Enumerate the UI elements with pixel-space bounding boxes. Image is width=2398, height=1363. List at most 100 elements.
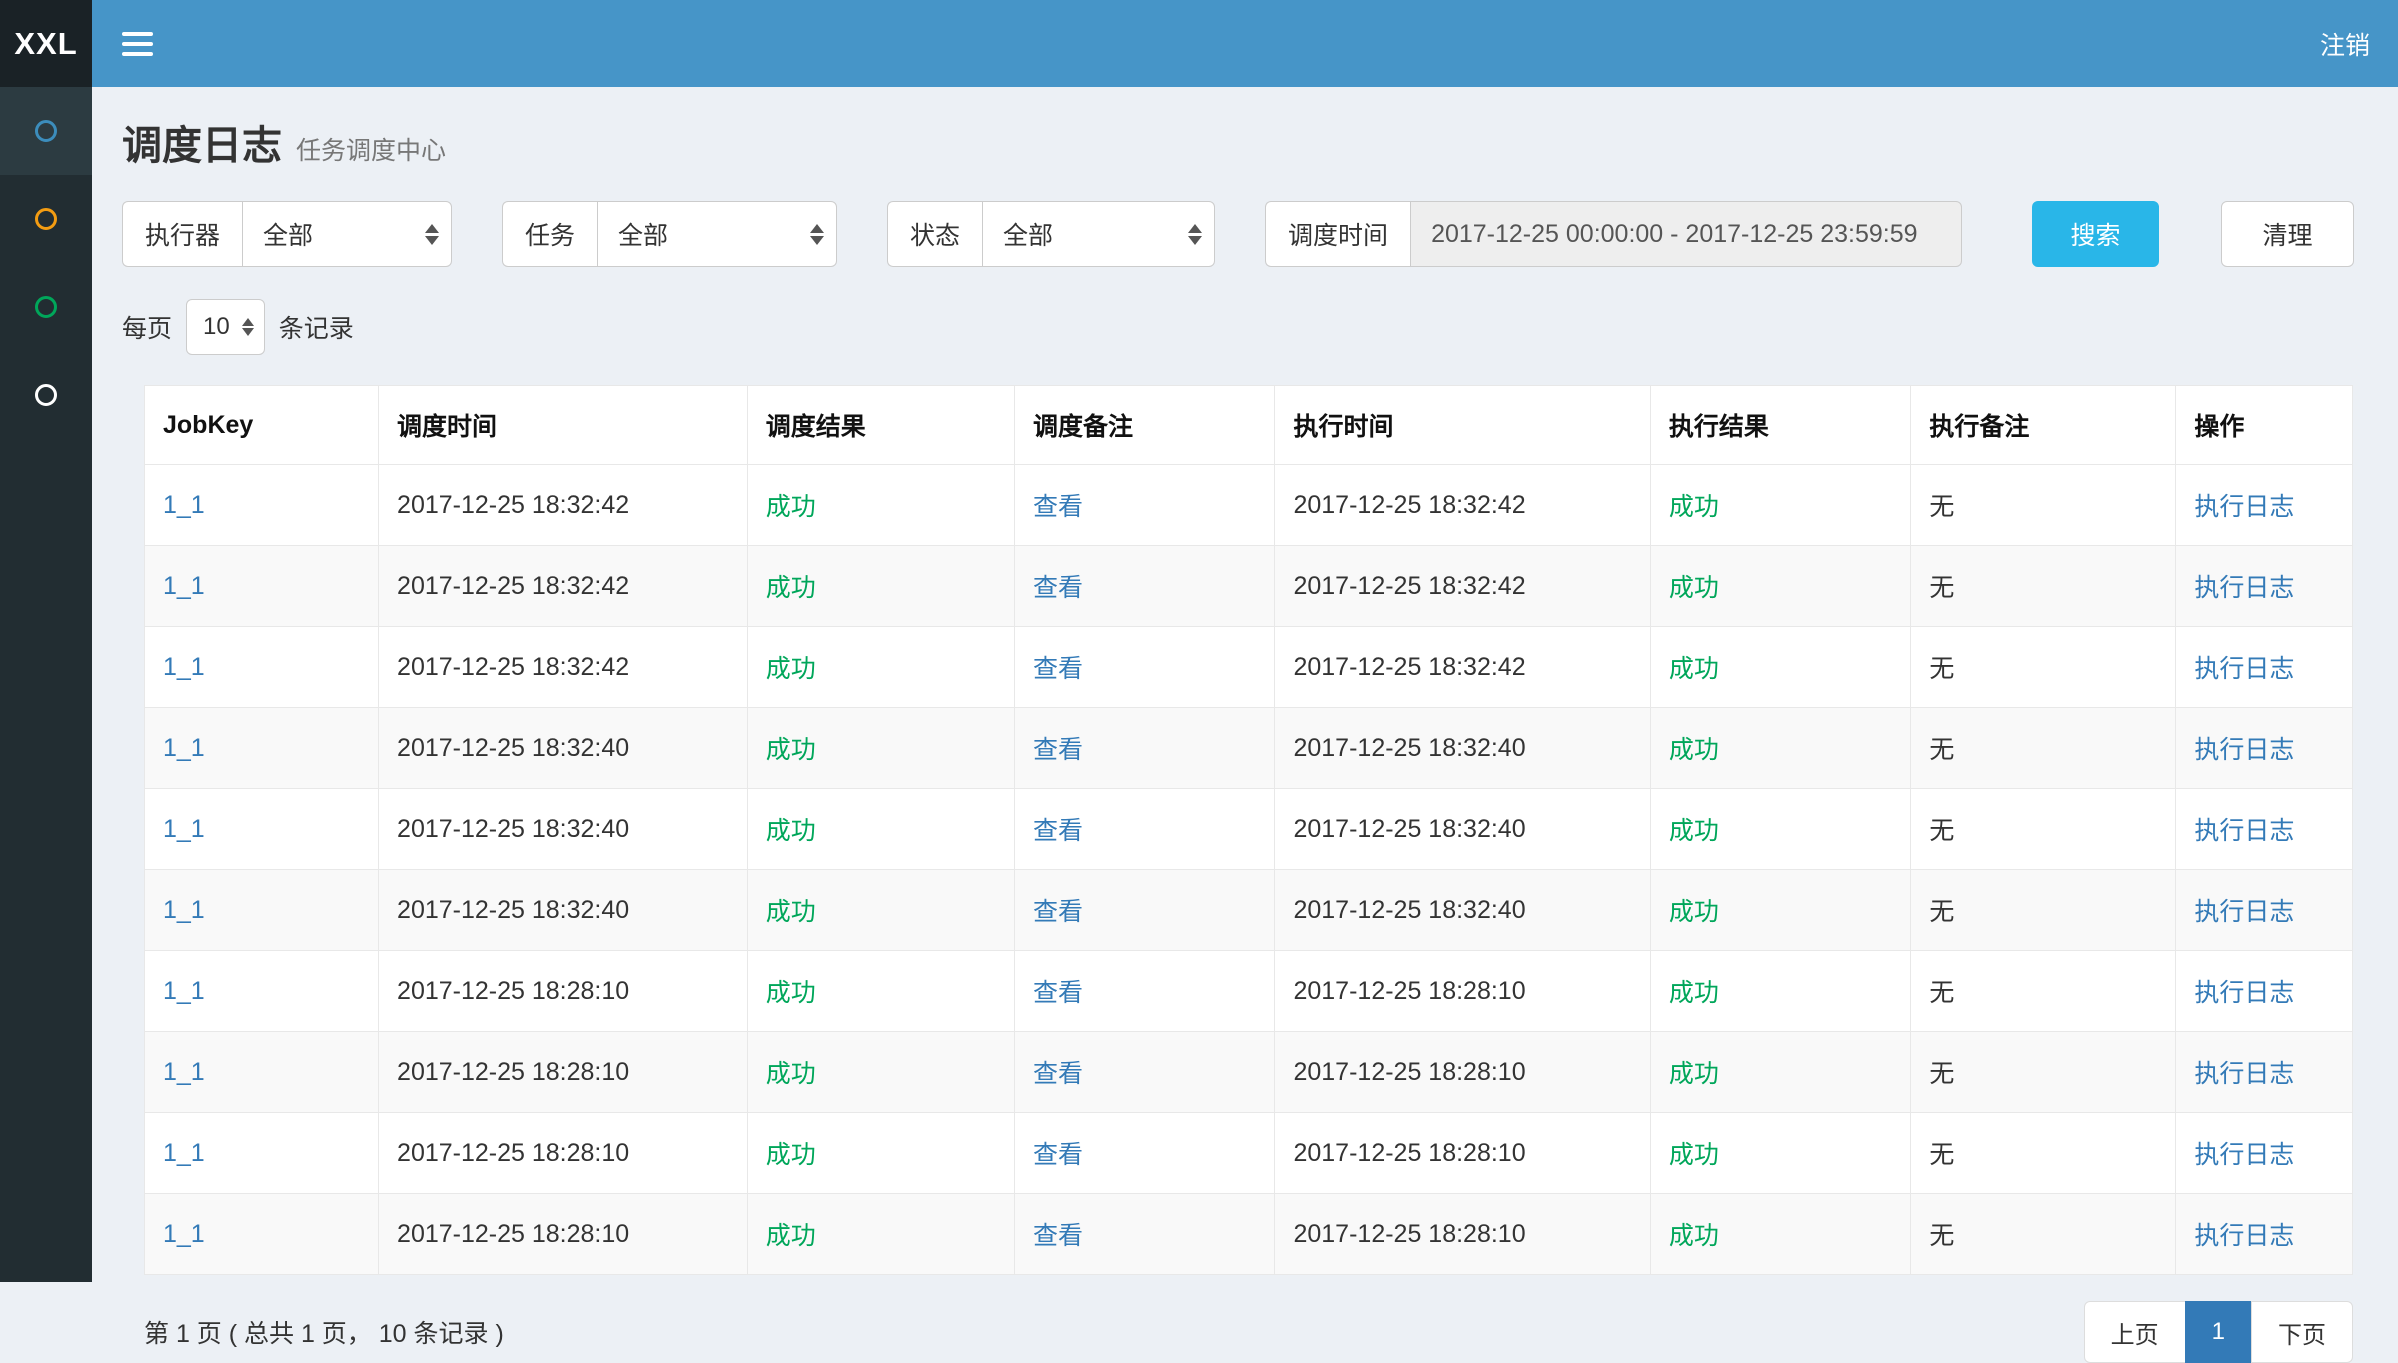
- handle-remark-cell: 无: [1911, 1194, 2176, 1275]
- action-cell: 执行日志: [2176, 870, 2353, 951]
- jobkey-link[interactable]: 1_1: [163, 977, 205, 1005]
- job-filter-label: 任务: [502, 201, 597, 267]
- handle-remark-cell: 无: [1911, 1032, 2176, 1113]
- status-select[interactable]: 全部: [982, 201, 1215, 267]
- jobkey-link[interactable]: 1_1: [163, 1139, 205, 1167]
- log-table: JobKey 调度时间 调度结果 调度备注 执行时间 执行结果 执行备注 操作 …: [144, 385, 2353, 1275]
- column-header-jobkey[interactable]: JobKey: [145, 386, 379, 465]
- top-navbar: XXL 注销: [0, 0, 2398, 87]
- exec-log-link[interactable]: 执行日志: [2194, 898, 2294, 926]
- jobkey-link[interactable]: 1_1: [163, 734, 205, 762]
- search-button[interactable]: 搜索: [2032, 201, 2159, 267]
- prev-page-button[interactable]: 上页: [2084, 1301, 2186, 1363]
- jobkey-link[interactable]: 1_1: [163, 653, 205, 681]
- sidebar-menu-item-3[interactable]: [0, 263, 92, 351]
- select-stepper-icon: [810, 224, 824, 245]
- select-stepper-icon: [1188, 224, 1202, 245]
- pagination-summary: 第 1 页 ( 总共 1 页， 10 条记录 ): [144, 1314, 504, 1350]
- trigger-time-range-input[interactable]: 2017-12-25 00:00:00 - 2017-12-25 23:59:5…: [1410, 201, 1962, 267]
- sidebar-menu-item-1[interactable]: [0, 87, 92, 175]
- exec-log-link[interactable]: 执行日志: [2194, 1141, 2294, 1169]
- log-table-wrapper: JobKey 调度时间 调度结果 调度备注 执行时间 执行结果 执行备注 操作 …: [144, 385, 2353, 1275]
- trigger-remark-cell: 查看: [1014, 1113, 1275, 1194]
- jobkey-link[interactable]: 1_1: [163, 1220, 205, 1248]
- trigger-result-cell: 成功: [747, 627, 1014, 708]
- column-header-handle-result[interactable]: 执行结果: [1650, 386, 1911, 465]
- jobkey-cell: 1_1: [145, 1194, 379, 1275]
- exec-log-link[interactable]: 执行日志: [2194, 1060, 2294, 1088]
- circle-icon: [35, 384, 57, 406]
- executor-select[interactable]: 全部: [242, 201, 452, 267]
- page-size-prefix: 每页: [122, 309, 172, 345]
- page-size-value: 10: [203, 313, 230, 341]
- trigger-time-cell: 2017-12-25 18:32:40: [379, 708, 748, 789]
- next-page-button[interactable]: 下页: [2251, 1301, 2353, 1363]
- select-stepper-icon: [242, 318, 254, 336]
- page-header: 调度日志 任务调度中心: [122, 113, 2374, 171]
- trigger-remark-link[interactable]: 查看: [1033, 1060, 1083, 1088]
- trigger-result-cell: 成功: [747, 951, 1014, 1032]
- jobkey-link[interactable]: 1_1: [163, 1058, 205, 1086]
- jobkey-cell: 1_1: [145, 951, 379, 1032]
- column-header-handle-remark[interactable]: 执行备注: [1911, 386, 2176, 465]
- trigger-time-filter-group: 调度时间 2017-12-25 00:00:00 - 2017-12-25 23…: [1265, 201, 1962, 267]
- exec-log-link[interactable]: 执行日志: [2194, 655, 2294, 683]
- logout-link[interactable]: 注销: [2292, 26, 2398, 62]
- exec-log-link[interactable]: 执行日志: [2194, 817, 2294, 845]
- trigger-remark-link[interactable]: 查看: [1033, 898, 1083, 926]
- trigger-remark-link[interactable]: 查看: [1033, 1141, 1083, 1169]
- trigger-result-cell: 成功: [747, 789, 1014, 870]
- page-size-select[interactable]: 10: [186, 299, 265, 355]
- column-header-action[interactable]: 操作: [2176, 386, 2353, 465]
- jobkey-cell: 1_1: [145, 708, 379, 789]
- clear-button[interactable]: 清理: [2221, 201, 2354, 267]
- handle-remark-cell: 无: [1911, 870, 2176, 951]
- trigger-remark-link[interactable]: 查看: [1033, 1222, 1083, 1250]
- trigger-remark-link[interactable]: 查看: [1033, 736, 1083, 764]
- trigger-remark-cell: 查看: [1014, 789, 1275, 870]
- exec-log-link[interactable]: 执行日志: [2194, 574, 2294, 602]
- action-cell: 执行日志: [2176, 627, 2353, 708]
- status-filter-group: 状态 全部: [887, 201, 1215, 267]
- job-filter-group: 任务 全部: [502, 201, 837, 267]
- column-header-trigger-remark[interactable]: 调度备注: [1014, 386, 1275, 465]
- sidebar-menu-item-4[interactable]: [0, 351, 92, 439]
- column-header-handle-time[interactable]: 执行时间: [1275, 386, 1650, 465]
- exec-log-link[interactable]: 执行日志: [2194, 493, 2294, 521]
- page-1-button[interactable]: 1: [2185, 1301, 2252, 1363]
- sidebar-menu-item-2[interactable]: [0, 175, 92, 263]
- trigger-time-cell: 2017-12-25 18:28:10: [379, 1032, 748, 1113]
- trigger-remark-cell: 查看: [1014, 1194, 1275, 1275]
- table-row: 1_1 2017-12-25 18:32:40 成功 查看 2017-12-25…: [145, 789, 2353, 870]
- trigger-remark-link[interactable]: 查看: [1033, 574, 1083, 602]
- trigger-remark-link[interactable]: 查看: [1033, 979, 1083, 1007]
- table-footer: 第 1 页 ( 总共 1 页， 10 条记录 ) 上页 1 下页: [144, 1301, 2353, 1363]
- trigger-result-cell: 成功: [747, 546, 1014, 627]
- circle-icon: [35, 120, 57, 142]
- trigger-remark-link[interactable]: 查看: [1033, 493, 1083, 521]
- handle-result-cell: 成功: [1650, 1032, 1911, 1113]
- jobkey-cell: 1_1: [145, 789, 379, 870]
- trigger-time-filter-label: 调度时间: [1265, 201, 1410, 267]
- handle-time-cell: 2017-12-25 18:32:40: [1275, 789, 1650, 870]
- job-select[interactable]: 全部: [597, 201, 837, 267]
- trigger-remark-link[interactable]: 查看: [1033, 817, 1083, 845]
- sidebar-toggle-button[interactable]: [92, 0, 183, 87]
- jobkey-link[interactable]: 1_1: [163, 815, 205, 843]
- jobkey-link[interactable]: 1_1: [163, 491, 205, 519]
- trigger-time-cell: 2017-12-25 18:28:10: [379, 1113, 748, 1194]
- trigger-remark-link[interactable]: 查看: [1033, 655, 1083, 683]
- exec-log-link[interactable]: 执行日志: [2194, 979, 2294, 1007]
- jobkey-link[interactable]: 1_1: [163, 572, 205, 600]
- table-row: 1_1 2017-12-25 18:28:10 成功 查看 2017-12-25…: [145, 951, 2353, 1032]
- select-stepper-icon: [425, 224, 439, 245]
- executor-filter-group: 执行器 全部: [122, 201, 452, 267]
- column-header-trigger-time[interactable]: 调度时间: [379, 386, 748, 465]
- action-cell: 执行日志: [2176, 546, 2353, 627]
- column-header-trigger-result[interactable]: 调度结果: [747, 386, 1014, 465]
- app-logo[interactable]: XXL: [0, 0, 92, 87]
- exec-log-link[interactable]: 执行日志: [2194, 1222, 2294, 1250]
- exec-log-link[interactable]: 执行日志: [2194, 736, 2294, 764]
- jobkey-link[interactable]: 1_1: [163, 896, 205, 924]
- table-row: 1_1 2017-12-25 18:32:42 成功 查看 2017-12-25…: [145, 546, 2353, 627]
